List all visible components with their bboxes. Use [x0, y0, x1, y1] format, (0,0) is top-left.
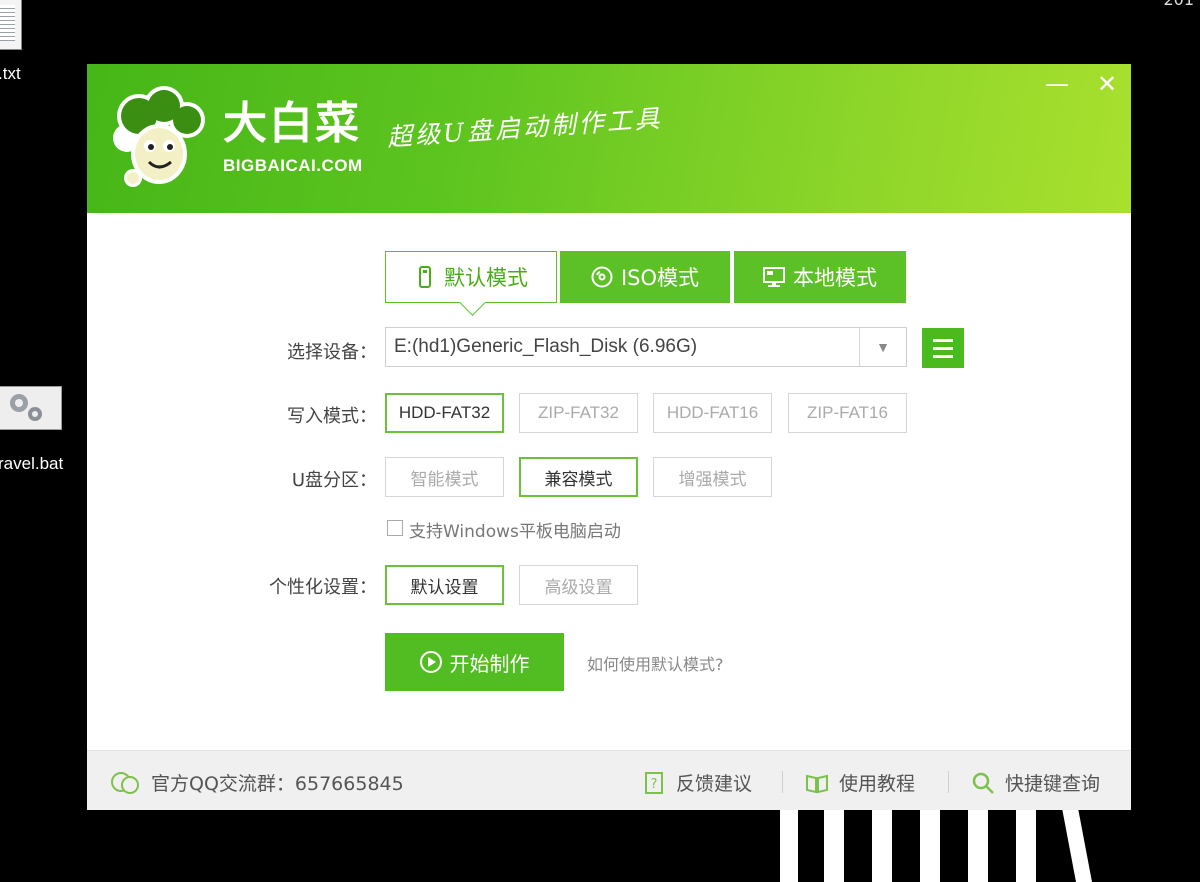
device-menu-button[interactable] — [922, 328, 964, 368]
search-icon — [972, 772, 994, 794]
book-icon — [806, 774, 828, 793]
menu-icon-bar — [933, 346, 953, 350]
device-select[interactable]: E:(hd1)Generic_Flash_Disk (6.96G) ▼ — [385, 327, 907, 367]
usb-icon — [419, 266, 431, 288]
desktop-stripes — [780, 808, 1092, 882]
partition-smart-mode[interactable]: 智能模式 — [385, 457, 504, 497]
chevron-down-icon[interactable]: ▼ — [859, 328, 906, 366]
partition-enhanced-mode[interactable]: 增强模式 — [653, 457, 772, 497]
tab-local-mode-label: 本地模式 — [793, 266, 877, 290]
disc-icon — [591, 266, 613, 288]
partition-compatible-mode[interactable]: 兼容模式 — [519, 457, 638, 497]
feedback-link[interactable]: ? 反馈建议 — [642, 769, 752, 796]
partition-label: U盘分区： — [291, 470, 377, 491]
tab-iso-mode-label: ISO模式 — [620, 266, 700, 290]
start-button[interactable]: 开始制作 — [385, 633, 564, 691]
tab-local-mode[interactable]: 本地模式 — [734, 251, 906, 303]
tab-default-mode[interactable]: 默认模式 — [385, 251, 557, 316]
monitor-icon — [763, 267, 785, 287]
svg-text:?: ? — [651, 777, 658, 792]
footer-divider — [948, 771, 949, 793]
cabbage-mascot-logo — [113, 86, 205, 187]
tab-active-pointer — [459, 289, 486, 316]
slogan: 超级U盘启动制作工具 — [386, 103, 664, 152]
brand-domain: BIGBAICAI.COM — [223, 156, 363, 175]
play-icon — [419, 651, 442, 673]
minimize-button[interactable]: — — [1041, 70, 1073, 98]
qq-group-info: 官方QQ交流群：657665845 — [109, 769, 404, 796]
start-button-label: 开始制作 — [449, 651, 530, 676]
write-mode-label: 写入模式： — [287, 406, 377, 427]
menu-icon — [933, 338, 953, 342]
device-label: 选择设备： — [287, 342, 377, 363]
write-mode-hdd-fat16[interactable]: HDD-FAT16 — [653, 393, 772, 433]
personalize-default[interactable]: 默认设置 — [385, 565, 504, 605]
bat-file-label[interactable]: ravel.bat — [0, 454, 63, 474]
write-mode-zip-fat16[interactable]: ZIP-FAT16 — [788, 393, 907, 433]
feedback-icon: ? — [645, 771, 663, 794]
tutorial-link[interactable]: 使用教程 — [805, 769, 915, 796]
brand-title: 大白菜 — [223, 98, 361, 149]
write-mode-hdd-fat32[interactable]: HDD-FAT32 — [385, 393, 504, 433]
tutorial-label: 使用教程 — [839, 773, 916, 795]
tablet-support-checkbox[interactable] — [387, 520, 403, 536]
personalize-advanced[interactable]: 高级设置 — [519, 565, 638, 605]
tab-iso-mode[interactable]: ISO模式 — [560, 251, 730, 303]
personalize-label: 个性化设置： — [269, 577, 377, 598]
device-select-value: E:(hd1)Generic_Flash_Disk (6.96G) — [394, 336, 698, 357]
app-window: 大白菜 BIGBAICAI.COM 超级U盘启动制作工具 — ✕ 默认模式 IS… — [87, 64, 1131, 810]
tablet-support-label[interactable]: 支持Windows平板电脑启动 — [409, 517, 621, 542]
close-button[interactable]: ✕ — [1091, 70, 1123, 98]
footer-divider — [782, 771, 783, 793]
desktop-corner-text: 201 — [1163, 0, 1194, 9]
text-file-label[interactable]: .txt — [0, 64, 21, 84]
window-footer: 官方QQ交流群：657665845 ? 反馈建议 使用教程 快捷键查询 — [87, 750, 1131, 810]
qq-group-text: 官方QQ交流群：657665845 — [151, 773, 404, 795]
help-link[interactable]: 如何使用默认模式? — [587, 651, 724, 675]
bat-file-icon[interactable] — [0, 386, 62, 430]
qq-chat-icon — [111, 771, 139, 794]
feedback-label: 反馈建议 — [676, 773, 753, 795]
menu-icon-bar — [933, 354, 953, 358]
window-header: 大白菜 BIGBAICAI.COM 超级U盘启动制作工具 — ✕ — [87, 64, 1131, 213]
shortcut-link[interactable]: 快捷键查询 — [971, 769, 1100, 796]
tab-default-mode-label: 默认模式 — [444, 266, 528, 290]
write-mode-zip-fat32[interactable]: ZIP-FAT32 — [519, 393, 638, 433]
text-file-icon[interactable] — [0, 0, 22, 50]
shortcut-label: 快捷键查询 — [1005, 773, 1101, 795]
